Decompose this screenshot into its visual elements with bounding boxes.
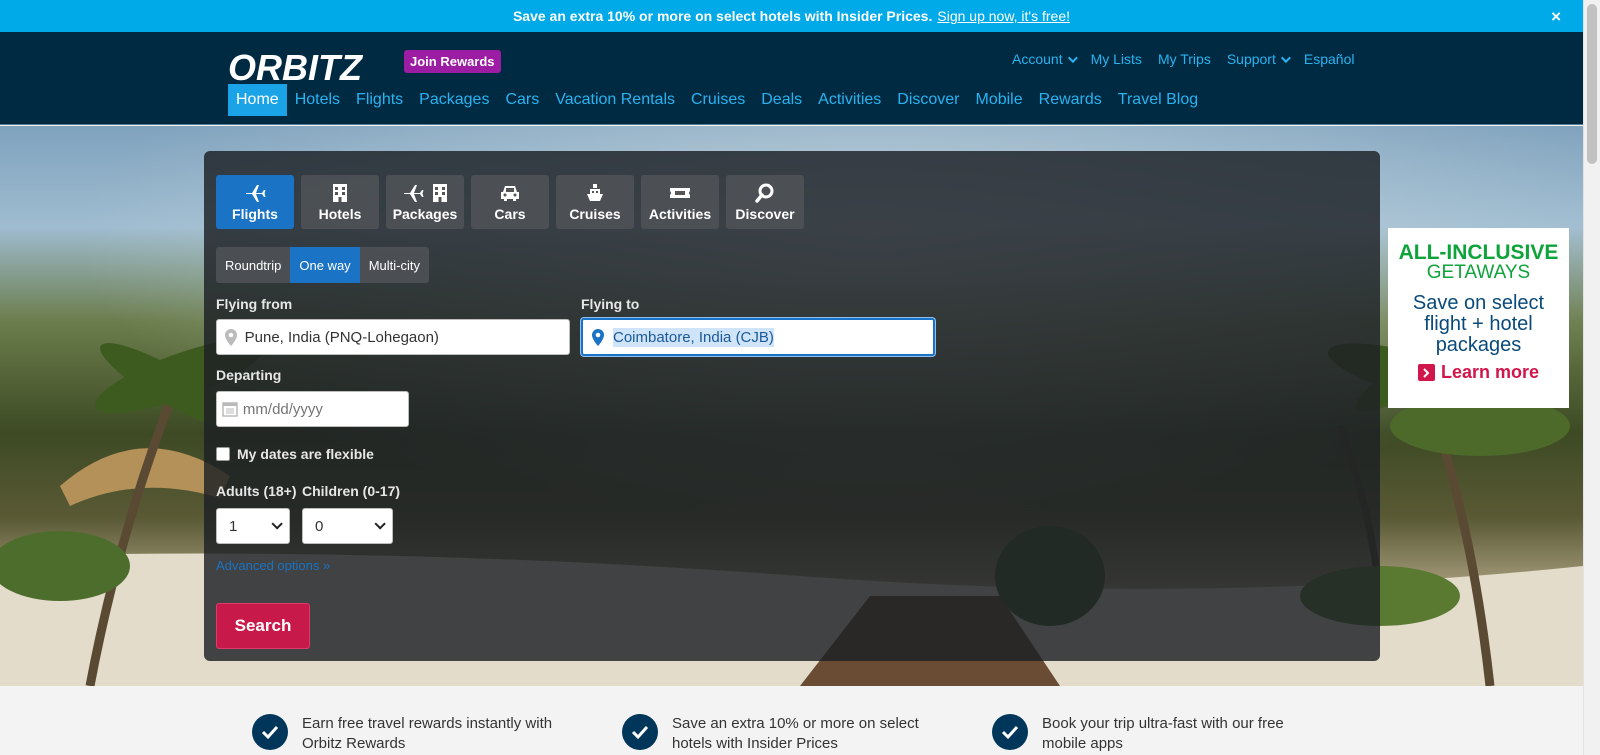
ad-learn-more[interactable]: Learn more	[1388, 362, 1569, 383]
map-pin-icon	[583, 328, 613, 346]
roundtrip-option[interactable]: Roundtrip	[216, 247, 290, 283]
departing-date-input[interactable]	[242, 400, 408, 418]
account-menu[interactable]: Account	[1012, 51, 1078, 67]
search-button[interactable]: Search	[216, 603, 310, 649]
tab-cruises[interactable]: Cruises	[556, 175, 634, 229]
utility-nav: Account My Lists My Trips Support Españo…	[1012, 51, 1354, 67]
trip-type-toggle: Roundtrip One way Multi-city	[216, 247, 429, 283]
support-menu[interactable]: Support	[1227, 51, 1291, 67]
chevron-down-icon	[374, 518, 386, 530]
nav-vacation-rentals[interactable]: Vacation Rentals	[547, 84, 683, 116]
chevron-right-icon	[1417, 364, 1435, 381]
close-icon[interactable]: ×	[1551, 7, 1561, 27]
chevron-down-icon	[271, 518, 283, 530]
flexible-dates-label: My dates are flexible	[237, 446, 374, 462]
checkmark-icon	[992, 714, 1028, 750]
tab-cars[interactable]: Cars	[471, 175, 549, 229]
promo-text: Save an extra 10% or more on select hote…	[512, 8, 933, 24]
nav-cars[interactable]: Cars	[497, 84, 547, 116]
nav-cruises[interactable]: Cruises	[683, 84, 753, 116]
nav-flights[interactable]: Flights	[348, 84, 411, 116]
ship-icon	[585, 182, 605, 204]
flying-to-field[interactable]: Coimbatore, India (CJB)	[581, 318, 935, 356]
benefit-item: Save an extra 10% or more on select hote…	[622, 714, 934, 754]
flying-to-input[interactable]: Coimbatore, India (CJB)	[613, 327, 774, 347]
benefits-strip: Earn free travel rewards instantly with …	[0, 686, 1583, 755]
tab-discover[interactable]: Discover	[726, 175, 804, 229]
nav-deals[interactable]: Deals	[753, 84, 810, 116]
benefit-item: Earn free travel rewards instantly with …	[252, 714, 564, 754]
join-rewards-button[interactable]: Join Rewards	[404, 50, 501, 73]
benefit-item: Book your trip ultra-fast with our free …	[992, 714, 1304, 754]
nav-discover[interactable]: Discover	[889, 84, 967, 116]
ticket-icon	[669, 182, 691, 204]
nav-packages[interactable]: Packages	[411, 84, 497, 116]
flying-to-label: Flying to	[581, 296, 640, 312]
nav-home[interactable]: Home	[228, 84, 287, 116]
checkmark-icon	[622, 714, 658, 750]
departing-label: Departing	[216, 367, 282, 383]
hotel-building-icon	[332, 182, 348, 204]
nav-mobile[interactable]: Mobile	[968, 84, 1031, 116]
ad-headline: ALL-INCLUSIVE	[1398, 241, 1559, 264]
flying-from-field[interactable]	[216, 319, 570, 355]
chevron-down-icon	[1280, 52, 1291, 63]
one-way-option[interactable]: One way	[290, 247, 360, 283]
my-lists-link[interactable]: My Lists	[1091, 51, 1142, 67]
flying-from-input[interactable]	[244, 328, 569, 346]
car-icon	[499, 182, 521, 204]
nav-rewards[interactable]: Rewards	[1031, 84, 1110, 116]
airplane-hotel-icon	[402, 182, 448, 204]
checkbox-box[interactable]	[216, 447, 230, 461]
chevron-down-icon	[1067, 52, 1078, 63]
promo-signup-link[interactable]: Sign up now, it's free!	[937, 8, 1070, 24]
calendar-icon	[217, 401, 243, 417]
tab-hotels[interactable]: Hotels	[301, 175, 379, 229]
children-label: Children (0-17)	[302, 483, 401, 499]
search-type-tabs: Flights Hotels Packages Cars Cruises Act…	[216, 175, 804, 229]
map-pin-icon	[217, 328, 245, 346]
scrollbar-thumb[interactable]	[1587, 4, 1597, 164]
site-header: ORBITZ Join Rewards Account My Lists My …	[0, 32, 1583, 125]
departing-field[interactable]	[216, 391, 409, 427]
espanol-link[interactable]: Español	[1304, 51, 1355, 67]
nav-hotels[interactable]: Hotels	[287, 84, 348, 116]
flying-from-label: Flying from	[216, 296, 293, 312]
main-nav: Home Hotels Flights Packages Cars Vacati…	[228, 84, 1206, 116]
advanced-options-link[interactable]: Advanced options »	[216, 558, 330, 573]
ad-body: Save on select flight + hotel packages	[1412, 292, 1545, 356]
promo-banner: Save an extra 10% or more on select hote…	[0, 0, 1583, 32]
flexible-dates-checkbox[interactable]: My dates are flexible	[216, 446, 374, 462]
adults-label: Adults (18+)	[216, 483, 297, 499]
tab-packages[interactable]: Packages	[386, 175, 464, 229]
tab-flights[interactable]: Flights	[216, 175, 294, 229]
adults-select[interactable]: 1	[216, 508, 290, 544]
magnifier-icon	[755, 182, 775, 204]
svg-text:ORBITZ: ORBITZ	[228, 47, 364, 86]
orbitz-logo[interactable]: ORBITZ	[228, 42, 388, 86]
tab-activities[interactable]: Activities	[641, 175, 719, 229]
airplane-icon	[244, 182, 266, 204]
nav-travel-blog[interactable]: Travel Blog	[1110, 84, 1206, 116]
ad-subheadline: GETAWAYS	[1426, 262, 1531, 283]
multi-city-option[interactable]: Multi-city	[360, 247, 429, 283]
page-scrollbar[interactable]	[1583, 0, 1600, 755]
all-inclusive-ad[interactable]: ALL-INCLUSIVE GETAWAYS Save on select fl…	[1388, 228, 1569, 408]
search-panel: Flights Hotels Packages Cars Cruises Act…	[204, 151, 1380, 661]
nav-activities[interactable]: Activities	[810, 84, 889, 116]
my-trips-link[interactable]: My Trips	[1158, 51, 1211, 67]
checkmark-icon	[252, 714, 288, 750]
children-select[interactable]: 0	[302, 508, 393, 544]
